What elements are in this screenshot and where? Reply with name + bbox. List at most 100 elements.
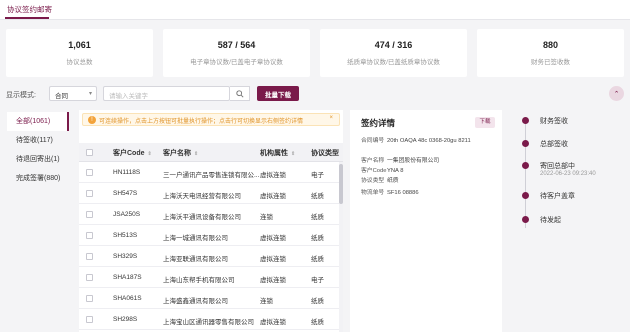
stat-card-electronic: 587 / 564 电子章协议数/已盖电子章协议数 [163,29,310,77]
detail-field-key: 客户名称 [361,158,385,164]
detail-field: 协议类型 纸质 [361,177,493,185]
detail-download-button[interactable]: 下载 [475,117,495,128]
display-mode-label: 显示模式: [6,92,36,99]
detail-field: 物流单号 SF16 08886 [361,189,493,197]
batch-download-button[interactable]: 批量下载 [257,86,299,101]
vertical-scrollbar[interactable] [339,162,343,332]
stat-label: 电子章协议数/已盖电子章协议数 [190,59,283,66]
cell-code: SH298S [113,316,138,323]
display-mode-select[interactable]: 合同 ▾ [49,86,97,101]
row-checkbox[interactable] [86,211,93,218]
search-button[interactable] [230,86,250,101]
timeline-dot [522,140,529,147]
header-type[interactable]: 协议类型 [311,148,339,158]
cell-name: 上海亚联通讯有限公司 [163,256,228,263]
cell-type: 纸质 [311,214,324,221]
detail-field-value: 纸质 [387,178,399,184]
stat-card-total: 1,061 协议总数 [6,29,153,77]
stat-label: 财务已签收数 [531,59,570,66]
display-mode-value: 合同 [55,93,68,100]
cell-code: SH547S [113,190,138,197]
cell-name: 上海盛鑫通讯有限公司 [163,298,228,305]
cell-org: 连锁 [260,298,273,305]
cell-type: 纸质 [311,193,324,200]
header-name[interactable]: 客户名称 ⇕ [163,148,198,158]
cell-type: 纸质 [311,298,324,305]
detail-field-value: 20th OAQA 48c 0368-20gu 8211 [387,138,471,144]
notice-text: 可连续操作，点击上方按钮可批量执行操作；点击行可切换显示右侧签约详情 [99,119,304,125]
cell-code: SHA187S [113,274,142,281]
timeline-time: 2022-06-23 09:23:40 [540,171,596,177]
cell-name: 上海一城通讯有限公司 [163,235,228,242]
stat-value: 880 [542,40,559,50]
stat-card-finance: 880 财务已签收数 [477,29,624,77]
timeline-dot [522,216,529,223]
stat-value: 587 / 564 [217,40,256,50]
header-code[interactable]: 客户Code ⇕ [113,148,152,158]
table-row[interactable]: JSA250S 上海沃平通讯设备有限公司 连锁 纸质 [79,204,343,225]
table-row[interactable]: SH329S 上海亚联通讯有限公司 虚拟连锁 纸质 [79,246,343,267]
cell-code: SH329S [113,253,138,260]
row-checkbox[interactable] [86,295,93,302]
cell-org: 虚拟连锁 [260,235,286,242]
search-input[interactable]: 请输入关键字 [103,86,230,101]
collapse-icon[interactable]: ⌃ [609,86,624,101]
nav-item-completed[interactable]: 完成签署(880) [7,169,69,188]
timeline-dot [522,117,529,124]
table-row[interactable]: HN1118S 三一户通讯产品零售连锁有限公... 虚拟连锁 电子 [79,162,343,183]
detail-field-key: 物流单号 [361,190,385,196]
nav-item-all[interactable]: 全部(1061) [7,112,69,131]
table-row[interactable]: SH298S 上海宝山区通讯器零售有限公司 虚拟连锁 纸质 [79,309,343,330]
table-row[interactable]: SHA061S 上海盛鑫通讯有限公司 连锁 纸质 [79,288,343,309]
sort-icon: ⇕ [194,151,199,157]
table-row[interactable]: SHA187S 上海山东帮手机有限公司 虚拟连锁 电子 [79,267,343,288]
row-checkbox[interactable] [86,190,93,197]
row-checkbox[interactable] [86,274,93,281]
status-nav: 全部(1061) 待签收(117) 待退回寄出(1) 完成签署(880) [7,112,69,188]
table-row[interactable]: SH513S 上海一城通讯有限公司 虚拟连锁 纸质 [79,225,343,246]
nav-item-pending-return[interactable]: 待退回寄出(1) [7,150,69,169]
row-checkbox[interactable] [86,169,93,176]
sort-icon: ⇕ [291,151,296,157]
row-checkbox[interactable] [86,253,93,260]
cell-type: 纸质 [311,256,324,263]
detail-field-key: 客户Code [361,168,387,174]
detail-field-key: 合同编号 [361,138,385,144]
detail-field: 客户CodeYNA 8 [361,167,493,175]
warning-icon: ! [88,116,96,124]
scroll-thumb[interactable] [339,164,343,204]
cell-code: SH513S [113,232,138,239]
table-row[interactable]: SH547S 上海沃天电讯经营有限公司 虚拟连锁 纸质 [79,183,343,204]
row-checkbox[interactable] [86,316,93,323]
row-checkbox[interactable] [86,232,93,239]
detail-panel: 签约详情 下载 合同编号 20th OAQA 48c 0368-20gu 8211… [350,110,502,332]
search-icon [235,89,244,98]
close-icon[interactable]: × [329,115,333,121]
stat-label: 纸质章协议数/已盖纸质章协议数 [347,59,440,66]
top-bar: 协议签约邮寄 [0,0,630,20]
timeline-dot [522,162,529,169]
cell-type: 电子 [311,277,324,284]
stat-value: 474 / 316 [374,40,413,50]
cell-org: 连锁 [260,214,273,221]
detail-field-value: YNA 8 [387,168,404,174]
select-all-checkbox[interactable] [86,149,93,156]
table-header: 客户Code ⇕ 客户名称 ⇕ 机构属性 ⇕ 协议类型 [79,143,343,162]
cell-type: 纸质 [311,235,324,242]
nav-item-pending-receipt[interactable]: 待签收(117) [7,131,69,150]
cell-code: JSA250S [113,211,141,218]
stat-label: 协议总数 [66,59,93,66]
cell-org: 虚拟连锁 [260,256,286,263]
header-org[interactable]: 机构属性 ⇕ [260,148,295,158]
status-timeline: 财务签收 总部签收 寄回总部中 2022-06-23 09:23:40 待客户盖章 待发起 [512,110,624,332]
detail-field: 客户名称 一集团股份有限公司 [361,157,493,165]
detail-title: 签约详情 [361,118,396,128]
timeline-label: 寄回总部中 [540,163,575,170]
tab-contract-signing[interactable]: 协议签约邮寄 [7,4,52,15]
cell-type: 电子 [311,172,324,179]
cell-org: 虚拟连锁 [260,172,286,179]
tab-underline [5,17,49,19]
stats-row: 1,061 协议总数 587 / 564 电子章协议数/已盖电子章协议数 474… [6,29,624,77]
cell-name: 上海沃天电讯经营有限公司 [163,193,241,200]
cell-org: 虚拟连锁 [260,193,286,200]
